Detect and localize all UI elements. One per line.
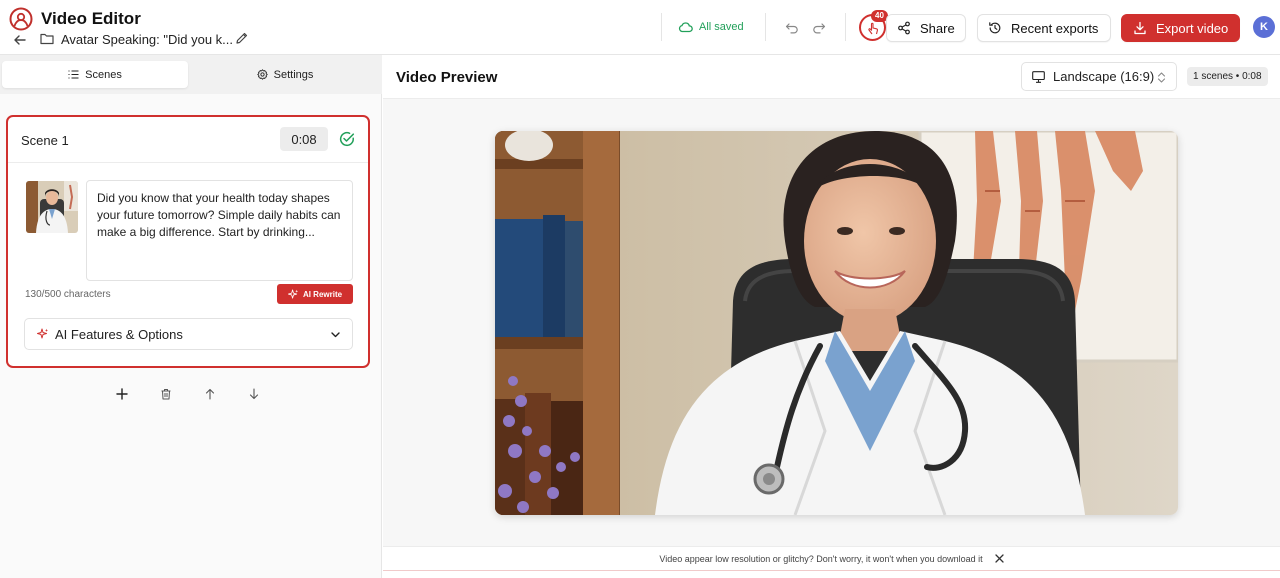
close-icon[interactable] xyxy=(994,554,1004,563)
scenes-panel: Scenes Settings Scene 1 0:08 Did you kno… xyxy=(0,55,382,578)
aspect-ratio-select[interactable]: Landscape (16:9) xyxy=(1021,62,1177,91)
chevron-up-down-icon xyxy=(1157,72,1166,83)
share-icon xyxy=(898,21,910,35)
app-title: Video Editor xyxy=(41,9,141,28)
history-icon xyxy=(989,22,1001,34)
tab-settings-label: Settings xyxy=(273,68,314,81)
arrow-up-icon[interactable] xyxy=(204,388,216,400)
preview-panel: Video Preview Landscape (16:9) 1 scenes … xyxy=(383,55,1280,578)
save-status: All saved xyxy=(678,21,744,33)
aspect-ratio-value: Landscape (16:9) xyxy=(1053,69,1155,84)
arrow-down-icon[interactable] xyxy=(248,388,260,400)
recent-exports-button[interactable]: Recent exports xyxy=(977,14,1111,42)
tab-settings[interactable]: Settings xyxy=(191,61,379,88)
list-icon xyxy=(68,70,79,79)
back-arrow-icon[interactable] xyxy=(13,33,27,47)
scene-duration[interactable]: 0:08 xyxy=(280,127,328,151)
user-avatar[interactable]: K xyxy=(1253,16,1275,38)
ai-rewrite-label: AI Rewrite xyxy=(302,289,343,299)
header-divider xyxy=(845,13,846,41)
scene-title: Scene 1 xyxy=(21,133,69,148)
edit-pencil-icon[interactable] xyxy=(235,31,249,45)
timeline-strip xyxy=(383,570,1280,578)
cloud-icon xyxy=(678,22,693,33)
avatar-thumbnail[interactable] xyxy=(26,181,78,233)
panel-tabs: Scenes Settings xyxy=(0,55,382,94)
folder-icon xyxy=(40,33,54,45)
share-label: Share xyxy=(920,20,955,36)
monitor-icon xyxy=(1032,70,1045,83)
scene-summary-badge: 1 scenes • 0:08 xyxy=(1187,67,1268,86)
tab-scenes[interactable]: Scenes xyxy=(2,61,188,88)
tab-scenes-label: Scenes xyxy=(85,68,122,81)
preview-title: Video Preview xyxy=(396,69,498,86)
export-video-label: Export video xyxy=(1156,20,1229,36)
undo-icon[interactable] xyxy=(785,20,799,34)
ai-rewrite-button[interactable]: AI Rewrite xyxy=(277,284,353,304)
download-icon xyxy=(1134,21,1146,35)
touch-icon xyxy=(867,22,878,34)
preview-header: Video Preview Landscape (16:9) 1 scenes … xyxy=(383,55,1280,99)
resolution-notice: Video appear low resolution or glitchy? … xyxy=(383,546,1280,570)
gear-icon xyxy=(256,69,268,80)
header-divider xyxy=(661,13,662,41)
trash-icon[interactable] xyxy=(160,388,172,400)
scene-script-textarea[interactable]: Did you know that your health today shap… xyxy=(86,180,353,281)
export-video-button[interactable]: Export video xyxy=(1121,14,1240,42)
save-status-text: All saved xyxy=(699,21,744,33)
ai-features-dropdown[interactable]: AI Features & Options xyxy=(24,318,353,350)
logo-icon xyxy=(9,7,33,31)
project-name: Avatar Speaking: "Did you k... xyxy=(61,32,234,47)
header-divider xyxy=(765,13,766,41)
scene-header: Scene 1 0:08 xyxy=(8,117,368,163)
top-header: Video Editor Avatar Speaking: "Did you k… xyxy=(0,0,1280,55)
resolution-notice-text: Video appear low resolution or glitchy? … xyxy=(659,553,983,564)
share-button[interactable]: Share xyxy=(886,14,966,42)
sparkle-icon xyxy=(287,289,299,299)
chevron-down-icon xyxy=(331,332,340,338)
sparkle-icon xyxy=(37,328,49,339)
check-circle-icon xyxy=(339,131,355,147)
doctor-avatar-image xyxy=(26,181,78,233)
doctor-video-frame xyxy=(495,131,1178,515)
scene-card[interactable]: Scene 1 0:08 Did you know that your heal… xyxy=(6,115,370,368)
character-count: 130/500 characters xyxy=(25,289,111,300)
recent-exports-label: Recent exports xyxy=(1011,20,1099,36)
plus-icon[interactable] xyxy=(116,388,128,400)
ai-features-label: AI Features & Options xyxy=(55,326,183,342)
video-preview-player[interactable] xyxy=(495,131,1178,515)
redo-icon[interactable] xyxy=(812,20,826,34)
